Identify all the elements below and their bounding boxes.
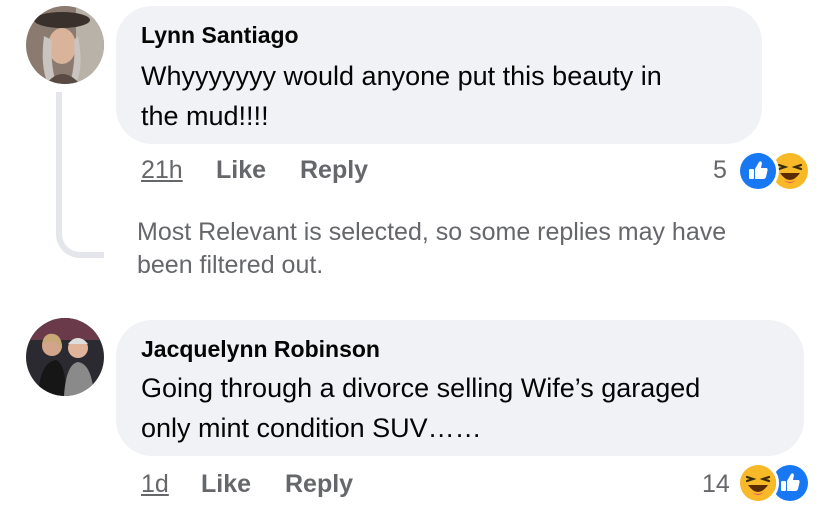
comment-timestamp[interactable]: 21h	[141, 156, 183, 185]
comment-timestamp[interactable]: 1d	[141, 470, 169, 499]
like-button[interactable]: Like	[216, 156, 266, 185]
reaction-count[interactable]: 5	[713, 156, 727, 185]
comment-author[interactable]: Jacquelynn Robinson	[141, 336, 380, 363]
reply-button[interactable]: Reply	[285, 470, 353, 499]
comment-text: Going through a divorce selling Wife’s g…	[141, 368, 796, 448]
reply-button[interactable]: Reply	[300, 156, 368, 185]
like-button[interactable]: Like	[201, 470, 251, 499]
haha-icon[interactable]	[737, 462, 779, 504]
comment-text-line: only mint condition SUV……	[141, 413, 482, 443]
comment-author[interactable]: Lynn Santiago	[141, 22, 299, 49]
like-icon[interactable]	[737, 150, 779, 192]
avatar-jacquelynn-robinson[interactable]	[26, 318, 104, 396]
reaction-count[interactable]: 14	[702, 470, 730, 499]
comment-text-line: Whyyyyyyy would anyone put this beauty i…	[141, 61, 662, 91]
filtered-replies-note: Most Relevant is selected, so some repli…	[137, 218, 727, 279]
comment-text-line: Going through a divorce selling Wife’s g…	[141, 373, 701, 403]
comment-text: Whyyyyyyy would anyone put this beauty i…	[141, 56, 751, 136]
avatar-lynn-santiago[interactable]	[26, 6, 104, 84]
reply-thread-line	[56, 92, 104, 258]
comment-text-line: the mud!!!!	[141, 101, 269, 131]
